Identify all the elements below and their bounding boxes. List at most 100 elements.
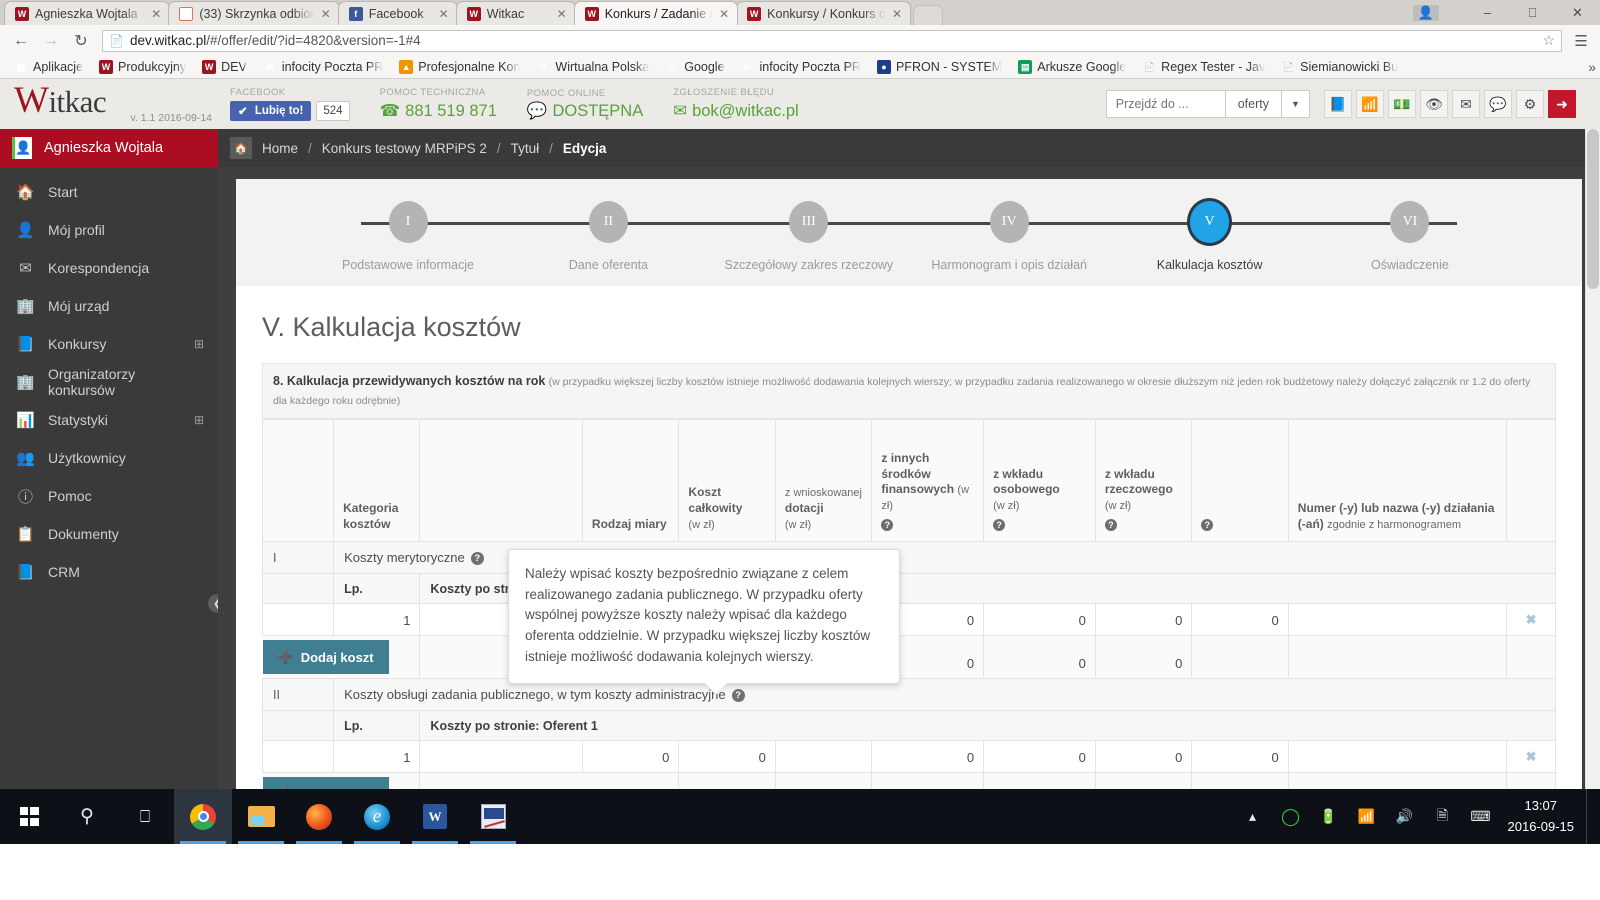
eye-icon[interactable]: 👁 bbox=[1420, 90, 1448, 118]
taskbar-app-explorer[interactable] bbox=[232, 789, 290, 844]
taskbar-app-signature[interactable] bbox=[464, 789, 522, 844]
bookmark-item[interactable]: W Produkcyjny bbox=[91, 60, 194, 74]
taskbar-app-ie[interactable]: e bbox=[348, 789, 406, 844]
sidebar-item-pomoc[interactable]: ⓘ Pomoc bbox=[0, 477, 218, 515]
cell-wklad-osobowy[interactable]: 0 bbox=[983, 603, 1096, 637]
sidebar-item-start[interactable]: 🏠 Start bbox=[0, 173, 218, 211]
bookmark-item[interactable]: 📄 Regex Tester - Jav bbox=[1134, 60, 1273, 74]
online-help-value[interactable]: DOSTĘPNA bbox=[552, 102, 643, 121]
sidebar-item-organizatorzy[interactable]: 🏢 Organizatorzy konkursów bbox=[0, 363, 218, 401]
browser-tab[interactable]: W Witkac ✕ bbox=[455, 1, 576, 25]
close-icon[interactable]: ✕ bbox=[719, 7, 729, 21]
close-icon[interactable]: ✕ bbox=[151, 7, 161, 21]
show-desktop-button[interactable] bbox=[1586, 789, 1594, 844]
browser-tab[interactable]: ✉ (33) Skrzynka odbior ✕ bbox=[168, 1, 340, 25]
close-icon[interactable]: ✕ bbox=[321, 7, 331, 21]
keyboard-icon[interactable]: ⌨ bbox=[1462, 789, 1500, 844]
help-icon[interactable]: ? bbox=[1104, 519, 1117, 532]
sidebar-item-uzytkownicy[interactable]: 👥 Użytkownicy bbox=[0, 439, 218, 477]
search-button[interactable]: ⚲ bbox=[58, 789, 116, 844]
comment-icon[interactable]: 💬 bbox=[1484, 90, 1512, 118]
forward-icon[interactable]: → bbox=[36, 28, 66, 54]
bookmark-item[interactable]: 📄 Siemianowicki Bu bbox=[1273, 60, 1406, 74]
bookmark-item[interactable]: G Google bbox=[657, 60, 732, 74]
table-row[interactable]: 1 0 0 0 0 0 0 ✖ bbox=[261, 603, 1556, 637]
cell-extra[interactable]: 0 bbox=[1191, 740, 1289, 774]
bookmark-item[interactable]: W Wirtualna Polska bbox=[528, 60, 657, 74]
start-button[interactable] bbox=[0, 789, 58, 844]
chevron-up-icon[interactable]: ▴ bbox=[1234, 789, 1272, 844]
gear-icon[interactable]: ⚙ bbox=[1516, 90, 1544, 118]
step-4[interactable]: IV Harmonogram i opis działań bbox=[909, 201, 1109, 272]
task-view-button[interactable]: ⎕ bbox=[116, 789, 174, 844]
browser-tab[interactable]: f Facebook ✕ bbox=[337, 1, 458, 25]
help-icon[interactable]: ? bbox=[470, 552, 484, 566]
content-scroll-area[interactable]: I Podstawowe informacje II Dane oferenta… bbox=[218, 167, 1600, 844]
breadcrumb-item-tytul[interactable]: Tytuł bbox=[511, 141, 540, 156]
bookmark-item[interactable]: ▤ Arkusze Google bbox=[1010, 60, 1134, 74]
browser-tab[interactable]: W Konkursy / Konkurs o ✕ bbox=[736, 1, 912, 25]
expand-icon[interactable]: ⊞ bbox=[194, 413, 204, 427]
close-icon[interactable]: ✕ bbox=[892, 7, 902, 21]
minimize-button[interactable]: – bbox=[1465, 0, 1510, 25]
taskbar-clock[interactable]: 13:07 2016-09-15 bbox=[1500, 796, 1587, 836]
cell-extra[interactable]: 0 bbox=[1191, 603, 1289, 637]
volume-icon[interactable]: 🔊 bbox=[1386, 789, 1424, 844]
wifi-icon[interactable]: 📶 bbox=[1348, 789, 1386, 844]
taskbar-app-chrome[interactable] bbox=[174, 789, 232, 844]
action-center-icon[interactable]: 🗎 bbox=[1424, 789, 1462, 844]
address-bar[interactable]: 📄 dev.witkac.pl/#/offer/edit/?id=4820&ve… bbox=[102, 29, 1562, 52]
taskbar-app-firefox[interactable] bbox=[290, 789, 348, 844]
step-1[interactable]: I Podstawowe informacje bbox=[308, 201, 508, 272]
bookmark-item[interactable]: ▲ Profesjonalne Kon bbox=[391, 60, 528, 74]
add-cost-button[interactable]: ➕ Dodaj koszt bbox=[262, 640, 389, 675]
cell-nazwa[interactable] bbox=[419, 740, 583, 774]
close-icon[interactable]: ✕ bbox=[439, 7, 449, 21]
help-icon[interactable]: ? bbox=[1201, 519, 1214, 532]
goto-select-value[interactable]: oferty bbox=[1224, 91, 1281, 117]
breadcrumb-item-konkurs[interactable]: Konkurs testowy MRPiPS 2 bbox=[322, 141, 487, 156]
profile-icon[interactable]: 👤 bbox=[1413, 4, 1439, 21]
bookmark-item[interactable]: ✉ infocity Poczta PR bbox=[255, 60, 391, 74]
bookmark-item[interactable]: ▦ Aplikacje bbox=[6, 60, 91, 74]
chevron-down-icon[interactable]: ▼ bbox=[1281, 91, 1309, 117]
sidebar-item-crm[interactable]: 📘 CRM bbox=[0, 553, 218, 591]
home-icon[interactable]: 🏠 bbox=[230, 137, 252, 159]
expand-icon[interactable]: ⊞ bbox=[194, 337, 204, 351]
cell-wklad-rzeczowy[interactable]: 0 bbox=[1094, 603, 1193, 637]
table-row[interactable]: 1 0 0 0 0 0 0 ✖ bbox=[261, 740, 1556, 774]
money-icon[interactable]: 💵 bbox=[1388, 90, 1416, 118]
logout-icon[interactable]: ➜ bbox=[1548, 90, 1576, 118]
page-scrollbar[interactable]: ▲ ▼ bbox=[1585, 129, 1600, 844]
bookmark-item[interactable]: ● PFRON - SYSTEM bbox=[869, 60, 1010, 74]
maximize-button[interactable]: ⎕ bbox=[1510, 0, 1555, 25]
sidebar-item-moj-profil[interactable]: 👤 Mój profil bbox=[0, 211, 218, 249]
sidebar-item-statystyki[interactable]: 📊 Statystyki ⊞ bbox=[0, 401, 218, 439]
cell-wklad-osobowy[interactable]: 0 bbox=[983, 740, 1096, 774]
bookmarks-overflow-icon[interactable]: » bbox=[1588, 59, 1596, 75]
taskbar-app-word[interactable]: W bbox=[406, 789, 464, 844]
goto-input[interactable] bbox=[1106, 91, 1225, 117]
help-icon[interactable]: ? bbox=[881, 519, 894, 532]
close-window-button[interactable]: ✕ bbox=[1555, 0, 1600, 25]
goto-widget[interactable]: oferty ▼ bbox=[1105, 90, 1310, 118]
breadcrumb-item-home[interactable]: Home bbox=[262, 141, 298, 156]
battery-icon[interactable]: 🔋 bbox=[1310, 789, 1348, 844]
browser-tab[interactable]: W Agnieszka Wojtala - ✕ bbox=[4, 1, 171, 25]
facebook-like-button[interactable]: ✔ Lubię to! bbox=[230, 101, 312, 121]
sidebar-item-moj-urzad[interactable]: 🏢 Mój urząd bbox=[0, 287, 218, 325]
cell-numer-dzialania[interactable] bbox=[1287, 603, 1508, 637]
reload-icon[interactable]: ↻ bbox=[66, 28, 96, 54]
tech-support-value[interactable]: 881 519 871 bbox=[405, 102, 497, 121]
cell-wklad-rzeczowy[interactable]: 0 bbox=[1094, 740, 1193, 774]
sidebar-item-konkursy[interactable]: 📘 Konkursy ⊞ bbox=[0, 325, 218, 363]
bookmark-item[interactable]: W DEV bbox=[194, 60, 255, 74]
new-tab-button[interactable] bbox=[913, 5, 944, 25]
app-logo[interactable]: Witkac v. 1.1 2016-09-14 bbox=[0, 82, 218, 124]
bug-report-value[interactable]: bok@witkac.pl bbox=[692, 102, 799, 121]
book-icon[interactable]: 📘 bbox=[1324, 90, 1352, 118]
bookmark-item[interactable]: ✉ infocity Poczta PR bbox=[733, 60, 869, 74]
close-icon[interactable]: ✕ bbox=[557, 7, 567, 21]
step-3[interactable]: III Szczegółowy zakres rzeczowy bbox=[709, 201, 909, 272]
sidebar-item-korespondencja[interactable]: ✉ Korespondencja bbox=[0, 249, 218, 287]
